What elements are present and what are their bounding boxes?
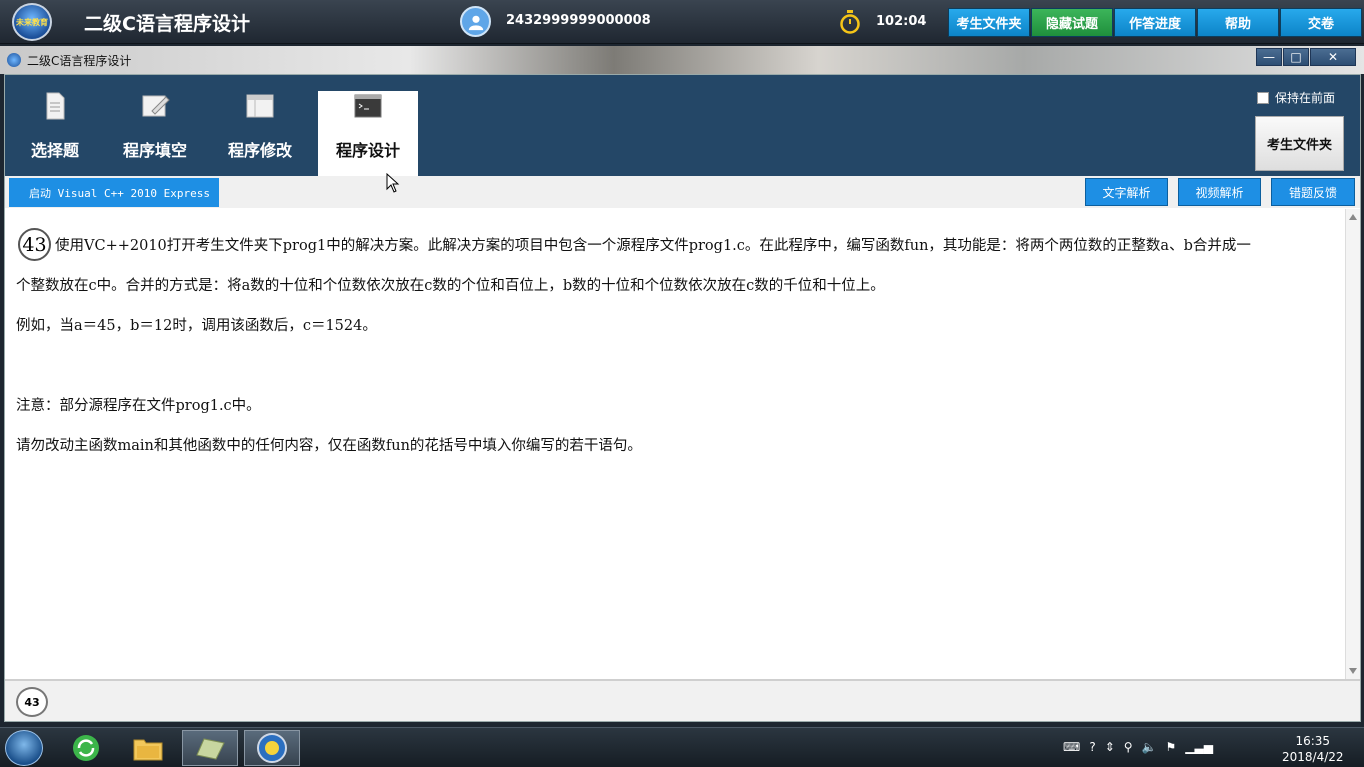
signal-icon[interactable]: ▁▃▅ [1185, 740, 1213, 754]
window-app-icon [7, 53, 21, 67]
submit-button[interactable]: 交卷 [1280, 8, 1362, 37]
question-text-line: 个整数放在c中。合并的方式是：将a数的十位和个位数依次放在c数的个位和百位上，b… [16, 278, 885, 294]
tab-label: 程序设计 [335, 141, 400, 160]
tab-band: 选择题 程序填空 程序修改 程序设计 保持在前面 考生文件夹 [5, 75, 1360, 176]
question-number-badge: 43 [18, 228, 51, 261]
exam-window: 选择题 程序填空 程序修改 程序设计 保持在前面 考生文件夹 启动 Visual… [4, 74, 1361, 722]
window-title: 二级C语言程序设计 [27, 54, 132, 68]
mouse-cursor-icon [386, 173, 400, 193]
stopwatch-icon [840, 10, 860, 34]
edit-icon [142, 95, 170, 117]
question-note: 注意：部分源程序在文件prog1.c中。 [16, 398, 261, 414]
question-nav-item[interactable]: 43 [16, 687, 48, 717]
tab-multiple-choice[interactable]: 选择题 [5, 91, 105, 176]
app-logo: 未来教育 [12, 3, 52, 41]
open-candidate-folder-button[interactable]: 考生文件夹 [1255, 116, 1344, 171]
exam-app-taskbar-icon[interactable] [244, 730, 300, 766]
refresh-app-icon[interactable] [58, 730, 114, 766]
progress-button[interactable]: 作答进度 [1114, 8, 1196, 37]
window-title-bar: 二级C语言程序设计 — □ ✕ [0, 46, 1364, 74]
vertical-scrollbar[interactable] [1345, 209, 1360, 679]
question-instruction: 请勿改动主函数main和其他函数中的任何内容，仅在函数fun的花括号中填入你编写… [16, 438, 642, 454]
scroll-down-arrow-icon[interactable] [1349, 668, 1357, 674]
clock-time: 16:35 [1295, 734, 1331, 748]
video-analysis-button[interactable]: 视频解析 [1178, 178, 1261, 206]
keep-on-top-label: 保持在前面 [1275, 91, 1336, 105]
text-analysis-button[interactable]: 文字解析 [1085, 178, 1168, 206]
keep-on-top-checkbox[interactable]: 保持在前面 [1257, 89, 1335, 106]
user-avatar-icon [460, 6, 491, 37]
question-example: 例如，当a＝45，b＝12时，调用该函数后，c＝1524。 [16, 318, 377, 334]
scroll-up-arrow-icon[interactable] [1349, 214, 1357, 220]
tab-label: 选择题 [30, 141, 79, 160]
question-toolbar: 启动 Visual C++ 2010 Express 文字解析 视频解析 错题反… [5, 176, 1360, 208]
system-tray: ⌨ ? ⇕ ⚲ 🔈 ⚑ ▁▃▅ [1063, 740, 1213, 754]
close-button[interactable]: ✕ [1310, 48, 1356, 66]
window-icon [246, 94, 274, 118]
tab-program-design[interactable]: 程序设计 [318, 91, 418, 176]
tab-program-fix[interactable]: 程序修改 [210, 91, 310, 176]
checkbox-box[interactable] [1257, 91, 1269, 104]
windows-taskbar: ⌨ ? ⇕ ⚲ 🔈 ⚑ ▁▃▅ 16:35 2018/4/22 [0, 727, 1364, 767]
app-title: 二级C语言程序设计 [84, 13, 250, 35]
hide-question-button[interactable]: 隐藏试题 [1031, 8, 1113, 37]
clock-date: 2018/4/22 [1282, 750, 1344, 764]
error-feedback-button[interactable]: 错题反馈 [1271, 178, 1355, 206]
maximize-button[interactable]: □ [1283, 48, 1309, 66]
question-navigator: 43 [5, 679, 1360, 721]
file-explorer-icon[interactable] [120, 730, 176, 766]
exam-top-bar: 未来教育 二级C语言程序设计 2432999999000008 102:04 考… [0, 0, 1364, 44]
flag-icon[interactable]: ⚑ [1166, 740, 1177, 754]
tab-fill-blank[interactable]: 程序填空 [105, 91, 205, 176]
question-content: 43 使用VC++2010打开考生文件夹下prog1中的解决方案。此解决方案的项… [5, 209, 1345, 679]
terminal-icon [354, 94, 382, 118]
minimize-button[interactable]: — [1256, 48, 1282, 66]
image-app-icon[interactable] [182, 730, 238, 766]
question-text-line: 使用VC++2010打开考生文件夹下prog1中的解决方案。此解决方案的项目中包… [55, 238, 1251, 254]
taskbar-clock[interactable]: 16:35 2018/4/22 [1282, 733, 1344, 765]
keyboard-icon[interactable]: ⌨ [1063, 740, 1080, 754]
tray-arrow-icon[interactable]: ⇕ [1105, 740, 1115, 754]
start-button-icon[interactable] [5, 730, 43, 766]
launch-ide-button[interactable]: 启动 Visual C++ 2010 Express [9, 178, 219, 207]
help-icon[interactable]: ? [1089, 740, 1095, 754]
tab-label: 程序填空 [122, 141, 187, 160]
network-icon[interactable]: ⚲ [1124, 740, 1133, 754]
help-button[interactable]: 帮助 [1197, 8, 1279, 37]
tab-label: 程序修改 [227, 141, 292, 160]
volume-icon[interactable]: 🔈 [1142, 740, 1157, 754]
document-icon [46, 92, 65, 120]
countdown-timer: 102:04 [876, 14, 927, 29]
exam-id: 2432999999000008 [506, 13, 651, 28]
candidate-folder-button[interactable]: 考生文件夹 [948, 8, 1030, 37]
